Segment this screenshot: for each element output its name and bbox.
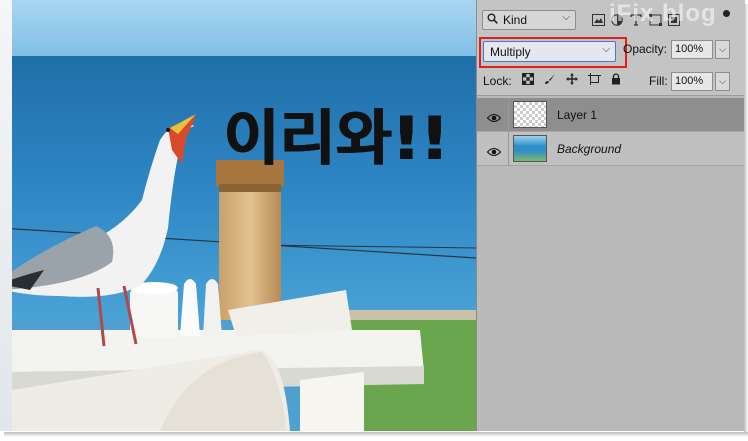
opacity-input[interactable]: 100% — [671, 40, 713, 59]
frame-shadow-right — [744, 4, 748, 434]
lock-position-icon[interactable] — [565, 73, 579, 87]
layer-filter-label: Kind — [503, 13, 528, 27]
chevron-down-icon: ⌵ — [562, 12, 570, 23]
image-filter-icon[interactable] — [591, 13, 605, 27]
layer-row-layer-1[interactable]: Layer 1 — [477, 98, 745, 132]
visibility-eye-icon[interactable] — [486, 144, 502, 157]
screenshot-frame: 이리와!! Kind ⌵ iFix blog Multiply ⌵ Opacit… — [0, 0, 745, 432]
fill-input[interactable]: 100% — [671, 72, 713, 91]
document-canvas[interactable]: 이리와!! — [0, 0, 476, 431]
layer-thumbnail[interactable] — [513, 135, 547, 162]
blend-mode-value: Multiply — [490, 45, 531, 59]
search-icon — [487, 13, 498, 27]
opacity-label: Opacity: — [623, 42, 668, 56]
layer-filter-dropdown[interactable]: Kind ⌵ — [482, 10, 576, 30]
frame-shadow-bottom — [4, 432, 748, 437]
layer-divider — [508, 132, 509, 166]
photo-artwork — [0, 0, 476, 431]
chevron-down-icon: ⌵ — [602, 44, 610, 55]
canvas-overlay-text: 이리와!! — [224, 104, 450, 174]
lock-label: Lock: — [483, 74, 512, 88]
lock-image-pixels-icon[interactable] — [543, 73, 557, 87]
layer-thumbnail[interactable] — [513, 101, 547, 128]
filter-row: Kind ⌵ iFix blog — [477, 0, 745, 36]
fill-dropdown-button[interactable]: ⌵ — [715, 72, 730, 91]
blend-row: Multiply ⌵ Opacity: 100% ⌵ — [477, 36, 745, 68]
lock-all-icon[interactable] — [609, 73, 623, 87]
lock-artboard-icon[interactable] — [587, 73, 601, 87]
opacity-dropdown-button[interactable]: ⌵ — [715, 40, 730, 59]
lock-transparent-pixels-icon[interactable] — [521, 73, 535, 87]
lock-icon-group — [521, 73, 623, 87]
layer-divider — [508, 98, 509, 132]
canvas-left-edge — [0, 0, 12, 431]
layer-name[interactable]: Layer 1 — [557, 108, 597, 122]
fill-label: Fill: — [649, 74, 668, 88]
filter-toggle-icon[interactable] — [723, 10, 730, 17]
lock-row: Lock: Fill: 100% ⌵ — [477, 68, 745, 96]
watermark-text: iFix blog — [609, 0, 717, 27]
layer-name[interactable]: Background — [557, 142, 621, 156]
blend-mode-dropdown[interactable]: Multiply ⌵ — [483, 41, 616, 62]
layer-row-background[interactable]: Background — [477, 132, 745, 166]
visibility-eye-icon[interactable] — [486, 110, 502, 123]
layers-panel: Kind ⌵ iFix blog Multiply ⌵ Opacity: 100… — [476, 0, 745, 431]
